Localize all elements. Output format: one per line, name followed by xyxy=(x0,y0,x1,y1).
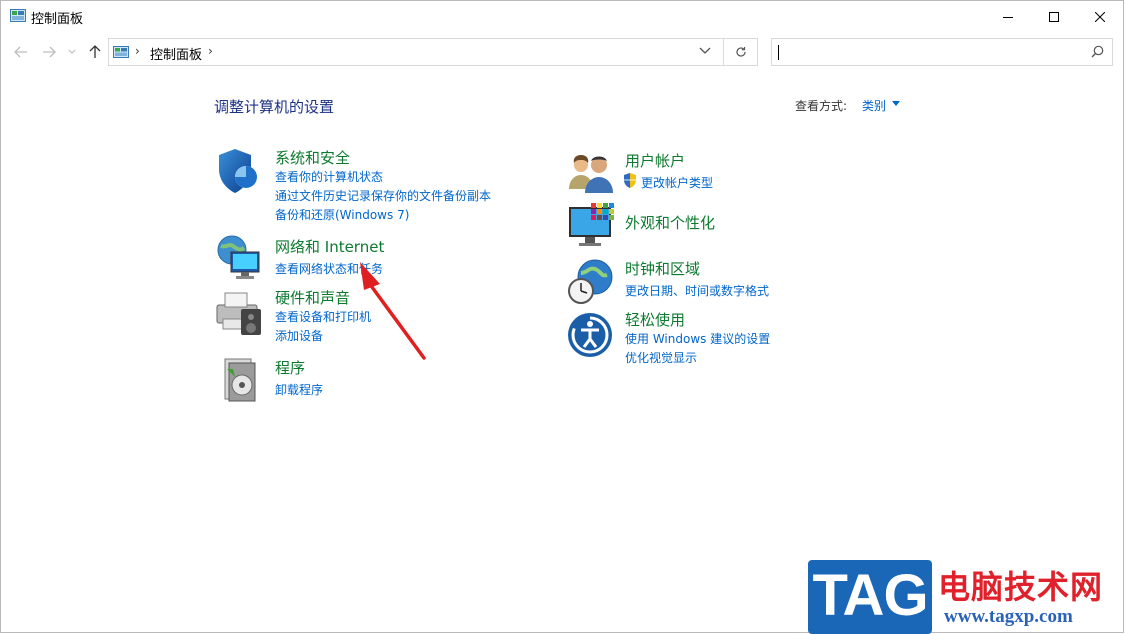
dropdown-arrow-icon[interactable] xyxy=(892,101,900,106)
text-caret xyxy=(778,45,779,60)
back-button[interactable] xyxy=(11,41,31,63)
view-by-dropdown[interactable]: 类别 xyxy=(862,97,886,114)
printer-speaker-icon[interactable] xyxy=(215,289,263,337)
close-button[interactable] xyxy=(1077,1,1123,32)
uac-shield-icon xyxy=(624,173,636,188)
refresh-button[interactable] xyxy=(724,38,758,66)
globe-network-icon[interactable] xyxy=(215,234,263,282)
maximize-button[interactable] xyxy=(1031,1,1077,32)
category-title-programs[interactable]: 程序 xyxy=(275,357,305,378)
users-icon[interactable] xyxy=(567,149,615,197)
category-title-user-accounts[interactable]: 用户帐户 xyxy=(625,150,685,171)
chevron-down-icon xyxy=(68,49,76,54)
breadcrumb-separator[interactable]: › xyxy=(208,44,213,58)
maximize-icon xyxy=(1049,11,1059,22)
title-bar: 控制面板 xyxy=(1,1,1123,32)
window-title: 控制面板 xyxy=(31,12,84,27)
category-title-appearance[interactable]: 外观和个性化 xyxy=(625,212,715,233)
category-title-ease-of-access[interactable]: 轻松使用 xyxy=(625,309,685,330)
link-change-account-type[interactable]: 更改帐户类型 xyxy=(641,174,713,191)
link-change-date-time-format[interactable]: 更改日期、时间或数字格式 xyxy=(625,282,769,299)
page-heading: 调整计算机的设置 xyxy=(214,98,335,116)
search-icon xyxy=(1091,45,1104,58)
link-add-device[interactable]: 添加设备 xyxy=(275,327,323,344)
refresh-icon xyxy=(735,47,746,57)
breadcrumb-control-panel[interactable]: 控制面板 xyxy=(150,44,202,63)
watermark-site-name: 电脑技术网 xyxy=(938,568,1104,606)
search-box[interactable] xyxy=(771,38,1113,66)
category-title-hardware-sound[interactable]: 硬件和声音 xyxy=(275,287,350,308)
back-arrow-icon xyxy=(14,46,27,58)
search-input[interactable] xyxy=(780,43,1084,63)
forward-arrow-icon xyxy=(43,46,56,58)
link-view-computer-status[interactable]: 查看你的计算机状态 xyxy=(275,168,383,185)
control-panel-window: 控制面板 › 控制面板 › 调整计算机的设置 查看方式: 类别 系统和安全 查看… xyxy=(0,0,1124,633)
link-optimize-visual-display[interactable]: 优化视觉显示 xyxy=(625,349,697,366)
recent-locations-button[interactable] xyxy=(65,41,79,63)
close-icon xyxy=(1095,11,1105,22)
minimize-button[interactable] xyxy=(985,1,1031,32)
control-panel-icon xyxy=(113,46,129,58)
ease-of-access-icon[interactable] xyxy=(567,311,615,359)
up-arrow-icon xyxy=(89,45,101,58)
minimize-icon xyxy=(1003,16,1013,18)
chevron-down-icon[interactable] xyxy=(699,47,711,55)
watermark-logo-box: TAG xyxy=(808,560,932,634)
watermark: TAG 电脑技术网 www.tagxp.com xyxy=(808,560,1120,634)
link-devices-printers[interactable]: 查看设备和打印机 xyxy=(275,308,371,325)
up-button[interactable] xyxy=(85,41,105,63)
programs-disc-icon[interactable] xyxy=(215,355,263,403)
category-title-system-security[interactable]: 系统和安全 xyxy=(275,147,350,168)
address-bar[interactable]: › 控制面板 › xyxy=(108,38,724,66)
breadcrumb-separator[interactable]: › xyxy=(135,44,140,58)
globe-clock-icon[interactable] xyxy=(567,257,615,305)
forward-button[interactable] xyxy=(39,41,59,63)
monitor-palette-icon[interactable] xyxy=(567,201,615,249)
shield-pie-icon[interactable] xyxy=(215,147,263,195)
category-title-clock-region[interactable]: 时钟和区域 xyxy=(625,258,700,279)
view-by-label: 查看方式: xyxy=(795,99,848,113)
link-file-history[interactable]: 通过文件历史记录保存你的文件备份副本 xyxy=(275,187,491,204)
control-panel-icon xyxy=(10,9,26,22)
link-windows-recommended-settings[interactable]: 使用 Windows 建议的设置 xyxy=(625,330,770,347)
link-uninstall-program[interactable]: 卸载程序 xyxy=(275,381,323,398)
watermark-tag: TAG xyxy=(812,563,928,628)
category-title-network-internet[interactable]: 网络和 Internet xyxy=(275,236,384,257)
link-backup-restore[interactable]: 备份和还原(Windows 7) xyxy=(275,206,409,223)
link-network-status[interactable]: 查看网络状态和任务 xyxy=(275,260,383,277)
watermark-url: www.tagxp.com xyxy=(944,606,1073,627)
